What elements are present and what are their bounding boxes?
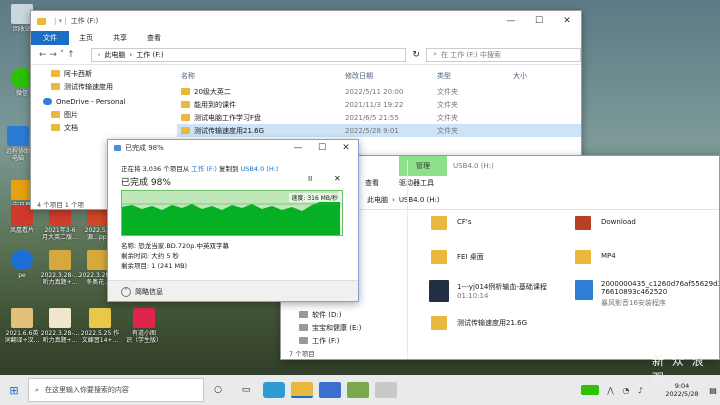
copy-progress-dialog: 已完成 98% — ☐ ✕ 正在将 3,036 个项目从 工作 (F:) 复制到… xyxy=(107,139,359,302)
nav-item[interactable]: 宝宝和健康 (E:) xyxy=(299,321,407,334)
tray-icons[interactable]: ⋀ ◔ ♪ xyxy=(607,386,646,395)
cancel-button[interactable]: ✕ xyxy=(334,174,341,183)
window-controls: — ☐ ✕ xyxy=(286,140,358,156)
table-row-selected[interactable]: 测试传输速度用21.6G 2022/5/28 9:01 文件夹 xyxy=(177,124,581,137)
search-icon: ⌕ xyxy=(433,50,438,58)
less-details-button[interactable]: ˄ 简略信息 xyxy=(108,280,358,301)
destination-link[interactable]: USB4.0 (H:) xyxy=(241,165,279,173)
address-bar[interactable]: › 此电脑 › 工作 (F:) xyxy=(90,47,407,62)
address-row: ← → ˅ ↑ › 此电脑 › 工作 (F:) ↻ ⌕ 在 工作 (F:) 中搜索 xyxy=(31,45,581,65)
file-desktop-icon[interactable]: 2022.3.28-... 听力真题+... xyxy=(40,250,80,286)
app-icon[interactable] xyxy=(375,382,397,398)
file-desktop-icon[interactable]: 2022.3.28-... 听力真题+... xyxy=(40,308,80,344)
nav-item[interactable]: 测试传输速度用 xyxy=(37,80,167,93)
status-bar: 7 个项目 xyxy=(289,350,315,358)
video-item[interactable]: 1---yj014例析输血-基础课程 01:10:14 xyxy=(429,280,547,304)
window-title: USB4.0 (H:) xyxy=(453,162,494,170)
copy-icon xyxy=(114,145,121,151)
tab-share[interactable]: 共享 xyxy=(103,33,137,43)
nav-item[interactable]: 阿卡西斯 xyxy=(37,67,167,80)
maximize-button[interactable]: ☐ xyxy=(525,11,553,31)
copy-description: 正在将 3,036 个项目从 工作 (F:) 复制到 USB4.0 (H:) xyxy=(121,165,279,173)
maximize-button[interactable]: ☐ xyxy=(310,140,334,156)
search-icon: ⌕ xyxy=(35,385,39,394)
watermark: 新 众 浪 观 xyxy=(652,354,706,385)
file-area: CF's FEI 桌面 1---yj014例析输血-基础课程 01:10:14 测… xyxy=(411,216,719,346)
close-button[interactable]: ✕ xyxy=(334,140,358,156)
table-row[interactable]: 能用到的课件 2021/11/3 19:22 文件夹 xyxy=(181,98,581,111)
doc-desktop-icon[interactable]: 2021年3-6 月大英二版... xyxy=(40,205,80,241)
installer-item[interactable]: 2000000435_c1260d76af55629d376610893c462… xyxy=(575,280,719,307)
window-controls: — ☐ ✕ xyxy=(497,11,581,31)
tab-view[interactable]: 查看 xyxy=(137,33,171,43)
tab-view[interactable]: 查看 xyxy=(355,178,389,188)
nav-arrows-icon[interactable]: ← → ˅ ↑ xyxy=(31,50,91,60)
file-item[interactable]: MP4 xyxy=(575,250,616,266)
nav-pane: 阿卡西斯 测试传输速度用 OneDrive - Personal 图片 文档 xyxy=(37,67,167,134)
speed-graph: 速度: 316 MB/秒 xyxy=(121,190,343,236)
youdao-icon[interactable]: 有道小图 识（学生版） xyxy=(124,308,164,344)
start-button[interactable]: ⊞ xyxy=(0,384,28,397)
close-button[interactable]: ✕ xyxy=(553,11,581,31)
column-headers: 名称 修改日期 类型 大小 xyxy=(181,71,527,80)
file-item[interactable]: Download xyxy=(575,216,636,232)
chevron-up-icon: ˄ xyxy=(121,287,131,297)
doc-desktop-icon[interactable]: 2021.6.6英 词翻译+汉... xyxy=(2,308,42,344)
nav-item[interactable]: 工作 (F:) xyxy=(299,334,407,347)
folder-icon xyxy=(37,17,46,25)
edge-icon[interactable] xyxy=(263,382,285,398)
taskbar-search-input[interactable]: ⌕ 在这里输入你要搜索的内容 xyxy=(28,378,204,402)
taskbar: ⊞ ⌕ 在这里输入你要搜索的内容 ○ ▭ ⋀ ◔ ♪ 9:04 2022/5/28… xyxy=(0,375,720,405)
minimize-button[interactable]: — xyxy=(497,11,525,31)
progress-heading: 已完成 98% xyxy=(121,178,171,188)
notification-icon[interactable]: ▤ xyxy=(706,386,720,395)
nav-item-onedrive[interactable]: OneDrive - Personal xyxy=(37,95,167,108)
nav-pane: 软件 (D:) 宝宝和健康 (E:) 工作 (F:) xyxy=(299,308,407,347)
app-icon[interactable] xyxy=(319,382,341,398)
pane-divider xyxy=(407,160,408,359)
file-item[interactable]: 测试传输速度用21.6G xyxy=(431,316,527,332)
pe-icon[interactable]: pe xyxy=(2,250,42,279)
table-row[interactable]: 20级大英二 2022/5/11 20:00 文件夹 xyxy=(181,85,581,98)
address-bar[interactable]: 此电脑 › USB4.0 (H:) xyxy=(361,193,701,207)
file-explorer-icon[interactable] xyxy=(291,382,313,398)
tab-drive-tools[interactable]: 驱动器工具 xyxy=(389,178,444,188)
source-link[interactable]: 工作 (F:) xyxy=(191,165,217,173)
wechat-tray-icon[interactable] xyxy=(581,385,600,395)
refresh-icon[interactable]: ↻ xyxy=(406,50,426,60)
table-row[interactable]: 测试电脑工作学习F盘 2021/6/5 21:55 文件夹 xyxy=(181,111,581,124)
nav-item[interactable]: 软件 (D:) xyxy=(299,308,407,321)
pause-button[interactable]: II xyxy=(308,175,312,183)
app-icon[interactable] xyxy=(347,382,369,398)
copy-details: 名称: 恐龙当家.BD.720p.中英双字幕 剩余时间: 大约 5 秒 剩余项目… xyxy=(121,242,229,270)
speed-label: 速度: 316 MB/秒 xyxy=(289,193,340,202)
ribbon-tabs: 文件 主页 共享 查看 xyxy=(31,31,581,45)
file-item[interactable]: CF's xyxy=(431,216,472,232)
task-view-icon[interactable]: ○ xyxy=(204,385,232,395)
file-item[interactable]: FEI 桌面 xyxy=(431,250,484,266)
minimize-button[interactable]: — xyxy=(286,140,310,156)
status-bar: 4 个项目 1 个项 xyxy=(37,201,84,209)
nav-item[interactable]: 图片 xyxy=(37,108,167,121)
file-desktop-icon[interactable]: 2022.5.25 作 文練習14+... xyxy=(80,308,120,344)
nav-item[interactable]: 文档 xyxy=(37,121,167,134)
window-title: 工作 (F:) xyxy=(70,17,99,25)
widgets-icon[interactable]: ▭ xyxy=(232,385,260,395)
tab-home[interactable]: 主页 xyxy=(69,33,103,43)
tab-file[interactable]: 文件 xyxy=(31,31,69,45)
search-input[interactable]: ⌕ 在 工作 (F:) 中搜索 xyxy=(426,47,581,62)
